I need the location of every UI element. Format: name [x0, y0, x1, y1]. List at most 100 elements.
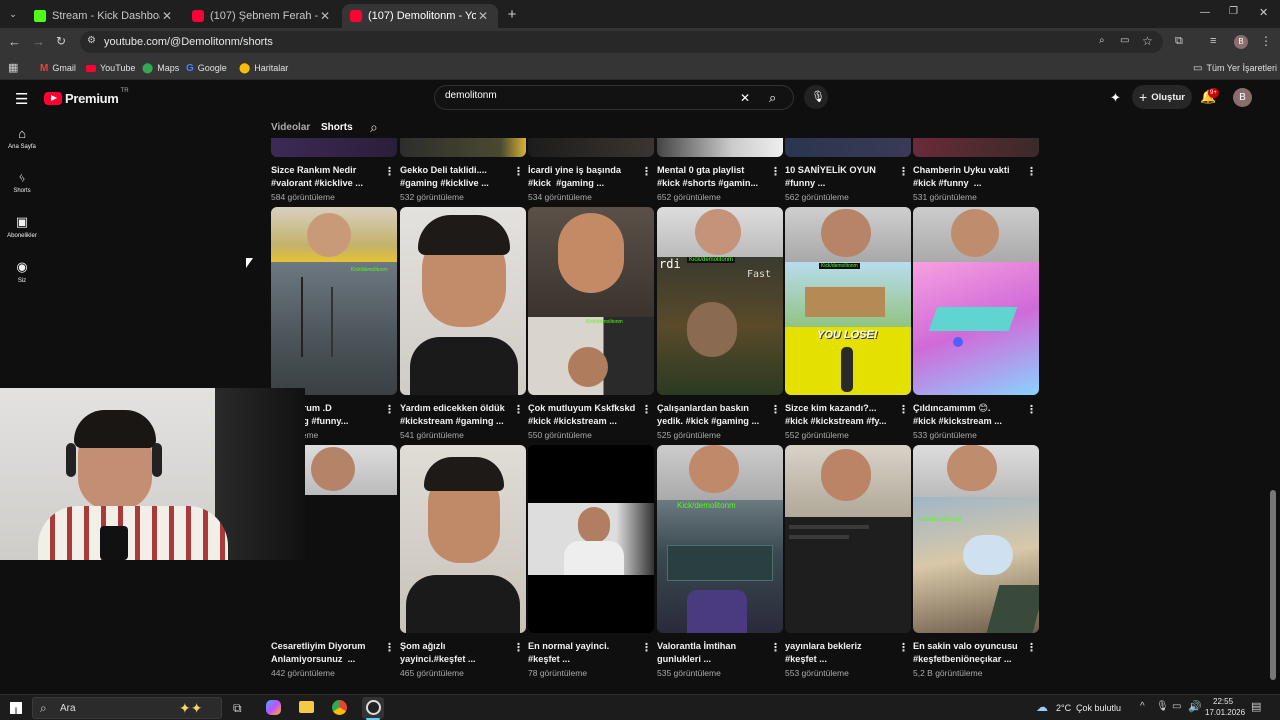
zoom-icon[interactable]: ⌕	[1099, 35, 1105, 46]
bookmark-star-icon[interactable]: ☆	[1142, 34, 1153, 48]
more-options-icon[interactable]: ⋮	[898, 405, 909, 416]
short-thumbnail[interactable]	[528, 138, 654, 157]
extensions-icon[interactable]: ⧉	[1175, 35, 1183, 48]
bookmark-google[interactable]: G Google	[186, 61, 227, 75]
short-thumbnail[interactable]: Kick/demolitonm	[913, 445, 1039, 633]
short-title[interactable]: En sakin valo oyuncusu #keşfetbeniöneçık…	[913, 640, 1025, 665]
more-options-icon[interactable]: ⋮	[898, 643, 909, 654]
search-icon[interactable]: ⌕	[769, 90, 776, 106]
more-options-icon[interactable]: ⋮	[1026, 167, 1037, 178]
tab-demolitonm-youtube[interactable]: (107) Demolitonm - YouTube ✕	[342, 4, 498, 28]
clock-date[interactable]: 17.01.2026	[1205, 708, 1245, 717]
media-controls-icon[interactable]: ≡	[1210, 35, 1216, 47]
file-explorer-icon[interactable]	[299, 701, 314, 713]
more-options-icon[interactable]: ⋮	[384, 167, 395, 178]
short-title[interactable]: Gekko Deli taklidi.... #gaming #kicklive…	[400, 164, 512, 189]
tab-kick-dashboard[interactable]: Stream - Kick Dashboard ✕	[26, 4, 182, 28]
bookmark-gmail[interactable]: M Gmail	[40, 61, 76, 75]
microphone-icon[interactable]: 🎙	[1156, 701, 1169, 712]
short-thumbnail[interactable]	[271, 138, 397, 157]
sidebar-item-shorts[interactable]: ᛃ Shorts	[0, 170, 44, 194]
forward-arrow-icon[interactable]: →	[32, 34, 45, 49]
restore-icon[interactable]: ❐	[1229, 6, 1238, 17]
short-thumbnail[interactable]	[913, 138, 1039, 157]
notification-center-icon[interactable]: ▤	[1251, 700, 1261, 713]
clock-time[interactable]: 22:55	[1213, 697, 1233, 706]
site-info-icon[interactable]: ⚙	[87, 35, 96, 46]
network-icon[interactable]: ▭	[1172, 701, 1181, 712]
address-bar[interactable]: ⚙ youtube.com/@Demolitonm/shorts ⌕ ▭ ☆	[80, 31, 1163, 53]
short-title[interactable]: Chamberin Uyku vakti #kick #funny ...	[913, 164, 1025, 189]
taskbar-search[interactable]: ⌕ Ara ✦✦	[32, 697, 222, 719]
short-title[interactable]: 10 SANİYELİK OYUN #funny ...	[785, 164, 897, 189]
bookmark-youtube[interactable]: YouTube	[86, 61, 135, 75]
youtube-logo[interactable]: Premium TR	[44, 88, 129, 106]
short-title[interactable]: İcardi yine iş başında #kick #gaming ...	[528, 164, 640, 189]
short-title[interactable]: Sizce Rankım Nedir #valorant #kicklive .…	[271, 164, 383, 189]
chevron-up-icon[interactable]: ^	[1140, 701, 1145, 712]
reload-icon[interactable]: ↻	[56, 34, 66, 48]
tab-close-icon[interactable]: ✕	[160, 9, 174, 23]
page-scrollbar[interactable]	[1270, 490, 1276, 680]
tab-sebnem-ferah[interactable]: (107) Şebnem Ferah - Mayın Ta ✕	[184, 4, 340, 28]
minimize-icon[interactable]: —	[1200, 7, 1210, 18]
short-thumbnail[interactable]	[785, 138, 911, 157]
more-options-icon[interactable]: ⋮	[770, 167, 781, 178]
more-options-icon[interactable]: ⋮	[513, 167, 524, 178]
short-thumbnail[interactable]	[400, 207, 526, 395]
create-button[interactable]: + Oluştur	[1132, 85, 1192, 109]
tab-shorts[interactable]: Shorts	[321, 122, 353, 133]
short-title[interactable]: Çok mutluyum Kskfkskd #kick #kickstream …	[528, 402, 640, 427]
search-input[interactable]	[445, 90, 735, 101]
short-title[interactable]: Yardım edicekken öldük #kickstream #gami…	[400, 402, 512, 427]
tab-search-icon[interactable]: ⌄	[6, 7, 20, 21]
more-options-icon[interactable]: ⋮	[641, 643, 652, 654]
short-thumbnail[interactable]	[400, 138, 526, 157]
short-thumbnail[interactable]	[785, 445, 911, 633]
short-title[interactable]: Sizce kim kazandı?... #kick #kickstream …	[785, 402, 897, 427]
more-options-icon[interactable]: ⋮	[513, 405, 524, 416]
sidebar-item-you[interactable]: ◉ Siz	[0, 259, 44, 284]
short-thumbnail[interactable]	[528, 445, 654, 633]
short-title[interactable]: Mental 0 gta playlist #kick #shorts #gam…	[657, 164, 769, 189]
short-thumbnail[interactable]: YOU LOSE! Kick/demolitonm	[785, 207, 911, 395]
short-title[interactable]: Valorantla İmtihan gunlukleri ...	[657, 640, 769, 665]
hamburger-menu-icon[interactable]: ☰	[15, 90, 28, 108]
more-options-icon[interactable]: ⋮	[1026, 643, 1037, 654]
sidebar-item-subscriptions[interactable]: ▣ Abonelikler	[0, 214, 44, 239]
weather-text[interactable]: Çok bulutlu	[1076, 703, 1121, 713]
more-options-icon[interactable]: ⋮	[384, 405, 395, 416]
short-thumbnail[interactable]: Kick/demolitonm	[528, 207, 654, 395]
cast-icon[interactable]: ▭	[1120, 35, 1129, 46]
profile-avatar[interactable]: B	[1234, 35, 1248, 49]
short-thumbnail[interactable]	[913, 207, 1039, 395]
more-options-icon[interactable]: ⋮	[898, 167, 909, 178]
more-options-icon[interactable]: ⋮	[1026, 405, 1037, 416]
windows-start-icon[interactable]	[10, 702, 22, 714]
short-title[interactable]: Çalışanlardan baskın yedik. #kick #gamin…	[657, 402, 769, 427]
copilot-icon[interactable]	[266, 700, 281, 715]
more-options-icon[interactable]: ⋮	[641, 405, 652, 416]
tab-close-icon[interactable]: ✕	[476, 9, 490, 23]
more-options-icon[interactable]: ⋮	[770, 643, 781, 654]
close-window-icon[interactable]: ✕	[1259, 6, 1268, 19]
all-bookmarks-folder[interactable]: ▭ Tüm Yer İşaretleri	[1193, 61, 1277, 75]
tab-close-icon[interactable]: ✕	[318, 9, 332, 23]
bookmark-haritalar[interactable]: ⬤ Haritalar	[239, 61, 288, 75]
more-options-icon[interactable]: ⋮	[384, 643, 395, 654]
apps-grid-icon[interactable]: ▦	[8, 61, 18, 74]
back-arrow-icon[interactable]: ←	[8, 34, 21, 49]
chrome-menu-icon[interactable]: ⋮	[1260, 34, 1272, 48]
weather-temp[interactable]: 2°C	[1056, 703, 1071, 713]
short-thumbnail[interactable]	[657, 138, 783, 157]
short-title[interactable]: Çıldıncamımm 😊. #kick #kickstream ...	[913, 402, 1025, 427]
sidebar-item-home[interactable]: ⌂ Ana Sayfa	[0, 126, 44, 150]
account-avatar[interactable]: B	[1233, 88, 1252, 107]
more-options-icon[interactable]: ⋮	[513, 643, 524, 654]
more-options-icon[interactable]: ⋮	[770, 405, 781, 416]
short-thumbnail[interactable]: Kick/demolitonm	[657, 445, 783, 633]
more-options-icon[interactable]: ⋮	[641, 167, 652, 178]
task-view-icon[interactable]: ⧉	[233, 701, 242, 716]
tab-videos[interactable]: Videolar	[271, 122, 310, 133]
new-tab-button[interactable]: +	[504, 6, 520, 23]
